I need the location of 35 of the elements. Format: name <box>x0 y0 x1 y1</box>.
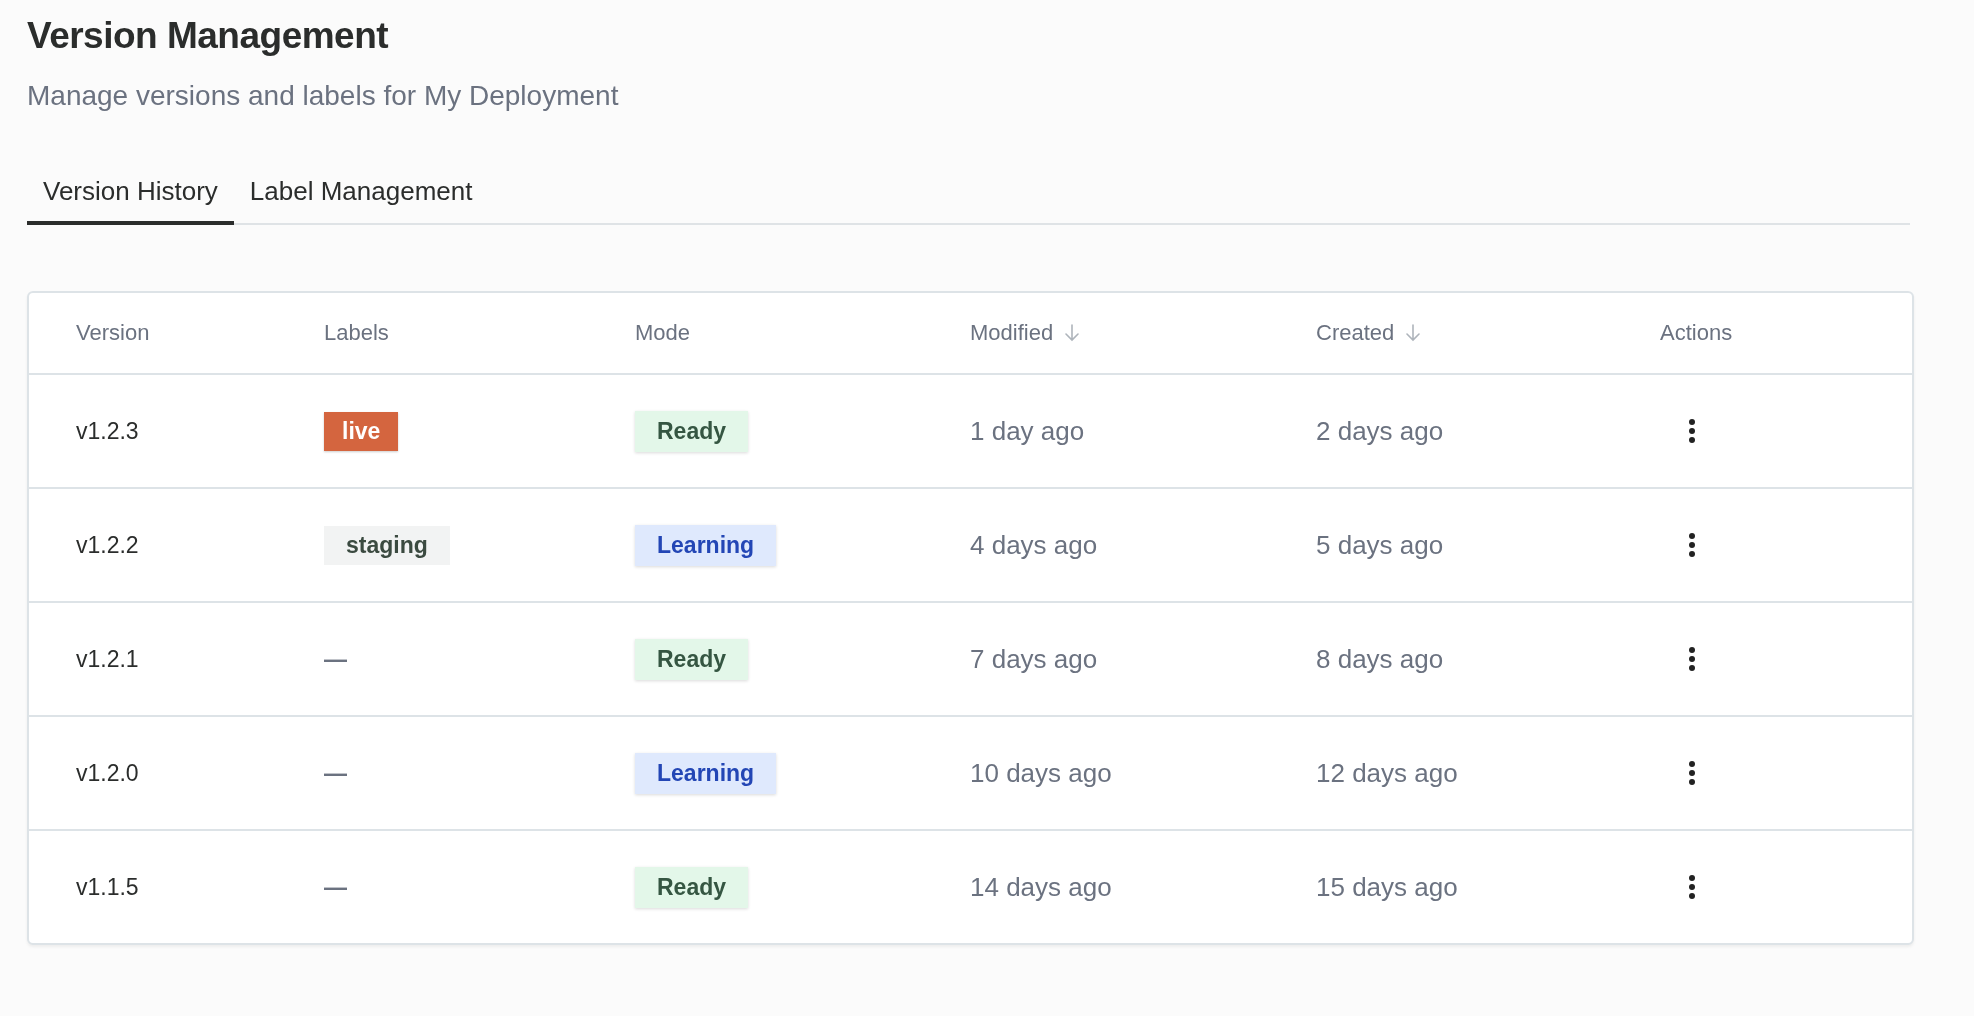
column-header: Actions <box>1660 320 1733 346</box>
version-cell-text: v1.1.5 <box>76 873 140 901</box>
modified-cell-text: 1 day ago <box>970 415 1086 447</box>
mode-badge: Learning <box>635 524 777 566</box>
column-header: Version <box>76 320 150 346</box>
created-cell-text: 5 days ago <box>1316 529 1445 561</box>
created-cell-text: 15 days ago <box>1316 871 1459 903</box>
modified-cell-text: 14 days ago <box>970 871 1113 903</box>
mode-badge: Ready <box>635 410 749 452</box>
version-cell-text: v1.2.3 <box>76 417 140 445</box>
tab[interactable]: Version History <box>27 170 234 225</box>
column-header: Mode <box>635 320 691 346</box>
tab[interactable]: Label Management <box>233 170 489 225</box>
modified-cell-text: 7 days ago <box>970 643 1099 675</box>
mode-badge: Ready <box>635 638 749 680</box>
empty-label-dash: — <box>324 759 347 787</box>
mode-badge: Learning <box>635 752 777 794</box>
mode-badge: Ready <box>635 866 749 908</box>
version-cell-text: v1.2.1 <box>76 645 140 673</box>
created-cell-text: 2 days ago <box>1316 415 1445 447</box>
column-header[interactable]: Created <box>1316 320 1395 346</box>
label-tag: live <box>324 411 399 451</box>
created-cell-text: 8 days ago <box>1316 643 1445 675</box>
label-tag: staging <box>324 525 450 565</box>
empty-label-dash: — <box>324 873 347 901</box>
column-header[interactable]: Modified <box>970 320 1054 346</box>
created-cell-text: 12 days ago <box>1316 757 1459 789</box>
version-cell-text: v1.2.0 <box>76 759 140 787</box>
column-header: Labels <box>324 320 389 346</box>
page-subtitle: Manage versions and labels for My Deployment <box>27 80 620 112</box>
version-cell-text: v1.2.2 <box>76 531 140 559</box>
page-title: Version Management <box>27 14 390 58</box>
modified-cell-text: 4 days ago <box>970 529 1099 561</box>
empty-label-dash: — <box>324 645 347 673</box>
modified-cell-text: 10 days ago <box>970 757 1113 789</box>
